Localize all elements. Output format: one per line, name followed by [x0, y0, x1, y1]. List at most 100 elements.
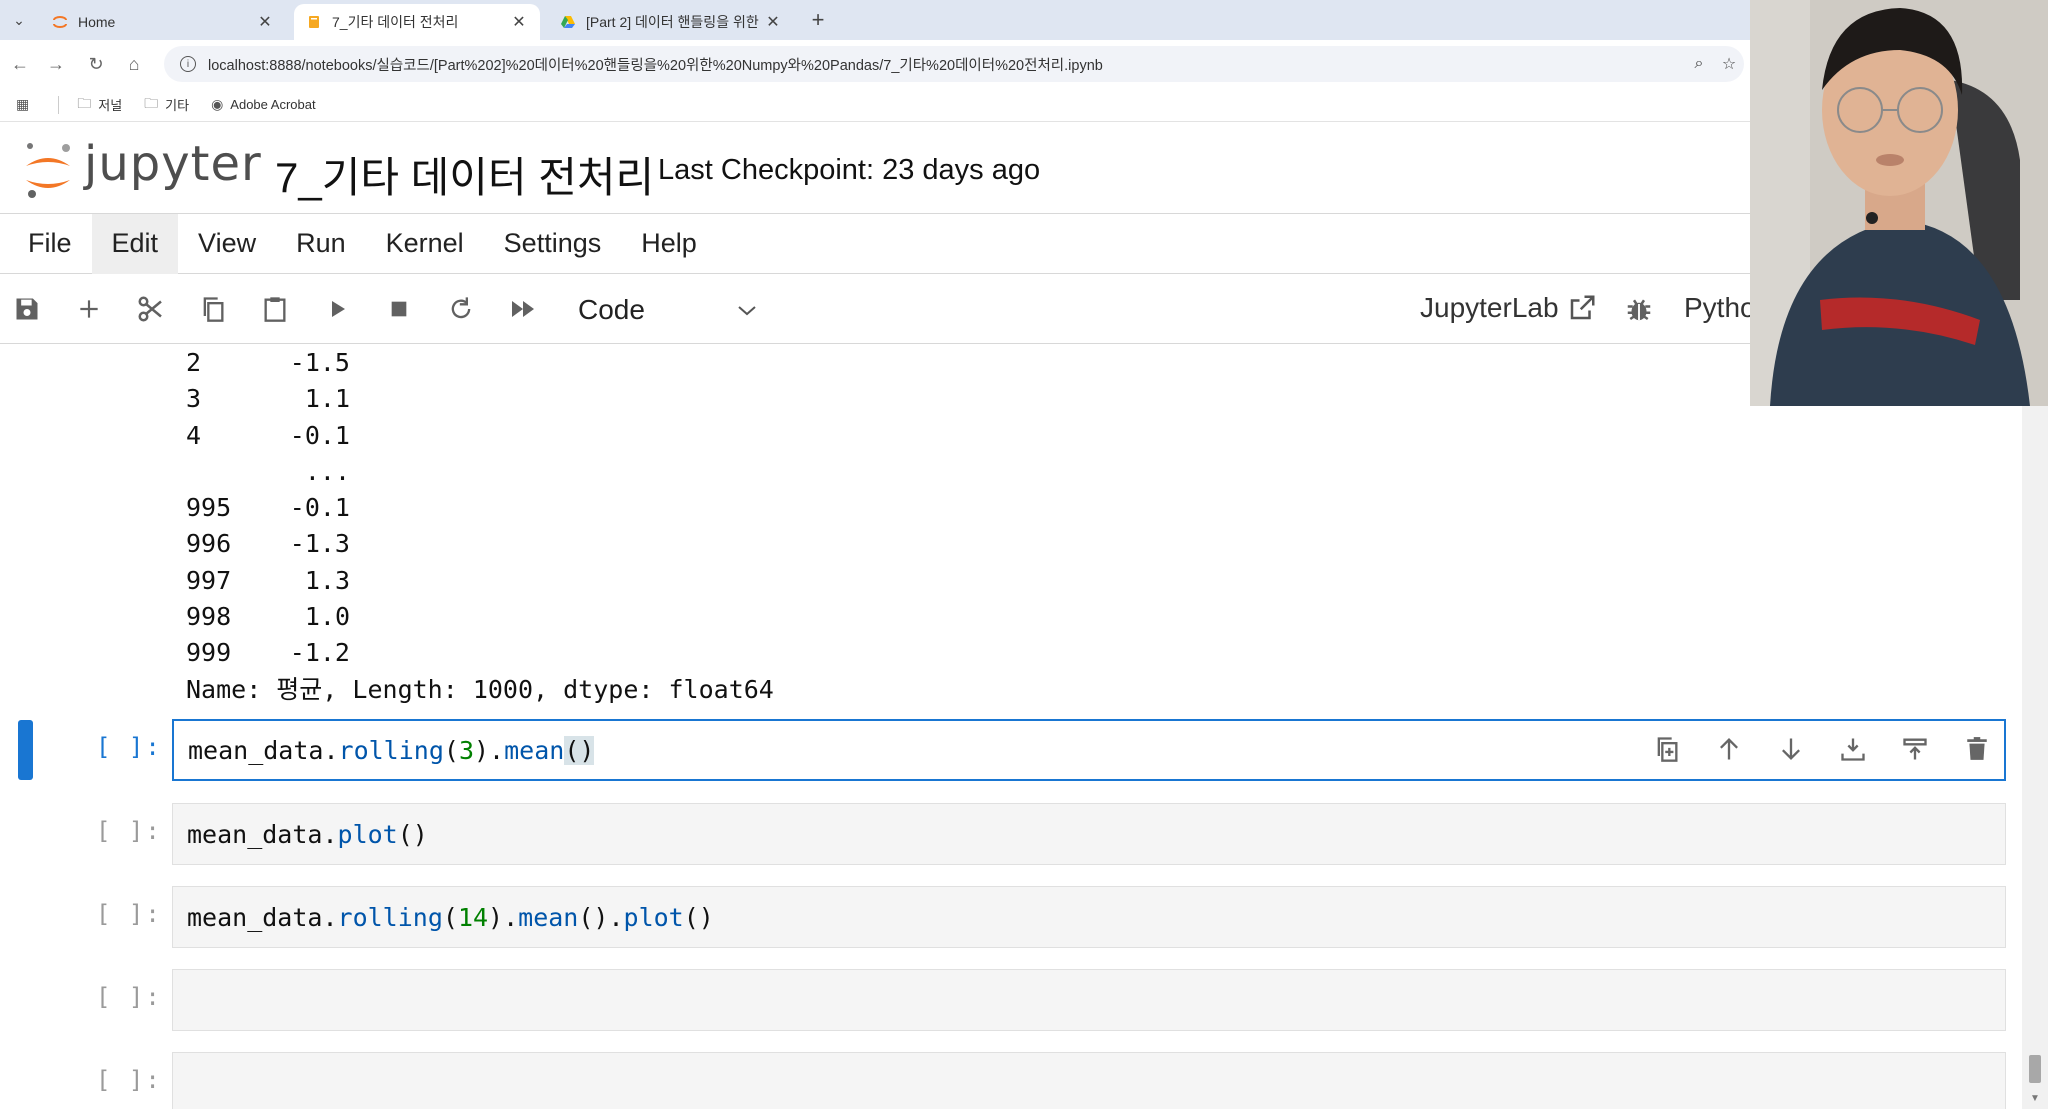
move-cell-down-icon[interactable]: [1760, 729, 1822, 769]
code-editor[interactable]: mean_data. plot(): [172, 803, 2006, 865]
tab-title: 7_기타 데이터 전처리: [332, 14, 459, 30]
bookmarks-bar: ▦ 🗀 저널 🗀 기타 ◉ Adobe Acrobat: [0, 88, 1750, 122]
menu-file[interactable]: File: [8, 214, 92, 274]
cell-type-value: Code: [578, 294, 645, 325]
cell-type-select[interactable]: Code: [578, 292, 758, 328]
folder-icon: 🗀: [77, 94, 92, 111]
reload-icon[interactable]: ↻: [84, 52, 108, 76]
apps-grid-icon[interactable]: ▦: [16, 96, 36, 113]
open-jupyterlab-button[interactable]: JupyterLab: [1420, 292, 1597, 324]
tab-close-icon[interactable]: ✕: [510, 12, 528, 32]
jupyter-header: jupyter 7_기타 데이터 전처리 Last Checkpoint: 23…: [0, 122, 1750, 214]
code-cell-empty[interactable]: [ ]:: [0, 969, 2048, 1031]
menu-run[interactable]: Run: [276, 214, 366, 274]
menu-settings[interactable]: Settings: [484, 214, 622, 274]
bookmark-folder-other[interactable]: 🗀 기타: [144, 93, 189, 117]
code-editor[interactable]: mean_data. rolling(14). mean (). plot(): [172, 886, 2006, 948]
tab-close-icon[interactable]: ✕: [764, 12, 782, 32]
insert-cell-below-icon[interactable]: [1884, 729, 1946, 769]
tab-home[interactable]: Home ✕: [40, 4, 286, 40]
scrollbar-thumb[interactable]: [2029, 1055, 2041, 1083]
folder-icon: 🗀: [144, 94, 159, 111]
tab-close-icon[interactable]: ✕: [256, 12, 274, 32]
tab-title: Home: [78, 14, 116, 30]
bookmarks-divider: [58, 95, 60, 114]
output-row: ...: [304, 456, 350, 486]
notebook-scrollbar[interactable]: ▼: [2022, 345, 2048, 1109]
output-row: 2 -1.5: [186, 348, 350, 377]
url-field[interactable]: i localhost:8888/notebooks/실습코드/[Part%20…: [164, 46, 1744, 82]
notebook-favicon-icon: [309, 16, 319, 28]
save-icon[interactable]: [10, 292, 44, 326]
tab-drive-doc[interactable]: [Part 2] 데이터 핸들링을 위한 ✕: [548, 4, 794, 40]
site-info-icon[interactable]: i: [180, 56, 196, 72]
menu-help[interactable]: Help: [621, 214, 717, 274]
chevron-down-icon: [738, 306, 756, 316]
add-cell-plus-icon[interactable]: [72, 292, 106, 326]
insert-cell-above-icon[interactable]: [1822, 729, 1884, 769]
cell-collapser[interactable]: [18, 720, 33, 780]
run-play-icon[interactable]: [320, 292, 354, 326]
code-cell[interactable]: [ ]: mean_data. rolling(14). mean (). plot(): [0, 886, 2048, 948]
menu-kernel[interactable]: Kernel: [366, 214, 484, 274]
browser-address-bar: ← → ↻ ⌂ i localhost:8888/notebooks/실습코드/…: [0, 40, 1750, 88]
code-editor[interactable]: [172, 1052, 2006, 1109]
presenter-webcam-overlay: [1750, 0, 2048, 406]
jupyter-menubar: File Edit View Run Kernel Settings Help: [0, 213, 1750, 274]
cell-prompt: [ ]:: [96, 1066, 162, 1094]
menu-view[interactable]: View: [178, 214, 276, 274]
output-row: 4 -0.1: [186, 420, 350, 450]
cell-prompt: [ ]:: [96, 817, 162, 845]
kernel-name[interactable]: Python: [1684, 292, 1750, 324]
delete-cell-trash-icon[interactable]: [1946, 729, 2008, 769]
presenter-video-image: [1750, 0, 2048, 406]
cell-prompt: [ ]:: [96, 983, 162, 1011]
bookmark-star-icon[interactable]: ☆: [1714, 54, 1744, 74]
jupyter-logo-icon[interactable]: [20, 140, 76, 200]
jupyter-wordmark: jupyter: [84, 136, 262, 192]
code-cell-active[interactable]: [ ]: mean_data. rolling(3). mean(): [0, 719, 2048, 781]
output-footer: Name: 평균, Length: 1000, dtype: float64: [186, 674, 774, 704]
move-cell-up-icon[interactable]: [1698, 729, 1760, 769]
jupyterlab-label: JupyterLab: [1420, 292, 1559, 323]
cut-scissors-icon[interactable]: [134, 292, 168, 326]
zoom-magnifier-icon[interactable]: ⌕: [1684, 55, 1714, 73]
jupyter-favicon-icon: [53, 16, 67, 28]
output-row: 998 1.0: [186, 602, 350, 632]
scroll-down-arrow-icon[interactable]: ▼: [2029, 1093, 2041, 1104]
url-text: localhost:8888/notebooks/실습코드/[Part%202]…: [208, 57, 1103, 74]
debugger-bug-icon[interactable]: [1624, 294, 1654, 324]
output-row: 997 1.3: [186, 565, 350, 595]
output-row: 996 -1.3: [186, 529, 350, 559]
external-link-icon: [1570, 295, 1595, 320]
new-tab-plus-icon[interactable]: +: [806, 7, 830, 32]
code-editor[interactable]: [172, 969, 2006, 1031]
tab-search-chevron-icon[interactable]: ⌄: [6, 7, 32, 33]
output-row: 999 -1.2: [186, 638, 350, 668]
home-icon[interactable]: ⌂: [122, 52, 146, 76]
browser-tab-strip: ⌄ Home ✕ 7_기타 데이터 전처리 ✕ [Part 2] 데이터 핸들링…: [0, 0, 1750, 40]
cell-prompt: [ ]:: [96, 900, 162, 928]
stop-square-icon[interactable]: [382, 292, 416, 326]
back-arrow-icon[interactable]: ←: [8, 52, 32, 76]
code-cell-empty[interactable]: [ ]:: [0, 1052, 2048, 1109]
forward-arrow-icon[interactable]: →: [44, 52, 68, 76]
output-row: 3 1.1: [186, 384, 350, 414]
notebook-toolbar: Code JupyterLab Python: [0, 274, 1750, 344]
tab-title: [Part 2] 데이터 핸들링을 위한: [586, 14, 759, 30]
notebook-title[interactable]: 7_기타 데이터 전처리: [275, 144, 654, 205]
menu-edit[interactable]: Edit: [91, 213, 179, 274]
cell-toolbar: [1636, 729, 2008, 769]
tab-notebook[interactable]: 7_기타 데이터 전처리 ✕: [294, 4, 540, 40]
cell-output: 2 -1.5 3 1.1 4 -0.1 ... 995 -0.1 996 -1.3 997…: [186, 345, 774, 708]
copy-icon[interactable]: [196, 292, 230, 326]
fast-forward-icon[interactable]: [506, 292, 540, 326]
code-cell[interactable]: [ ]: mean_data. plot(): [0, 803, 2048, 865]
restart-icon[interactable]: [444, 292, 478, 326]
duplicate-cell-icon[interactable]: [1636, 729, 1698, 769]
bookmark-folder-journal[interactable]: 🗀 저널: [77, 93, 122, 117]
notebook-panel: 2 -1.5 3 1.1 4 -0.1 ... 995 -0.1 996 -1.3 997…: [0, 345, 2048, 1109]
cell-prompt: [ ]:: [96, 733, 162, 761]
bookmark-adobe-acrobat[interactable]: ◉ Adobe Acrobat: [211, 96, 316, 113]
paste-clipboard-icon[interactable]: [258, 292, 292, 326]
